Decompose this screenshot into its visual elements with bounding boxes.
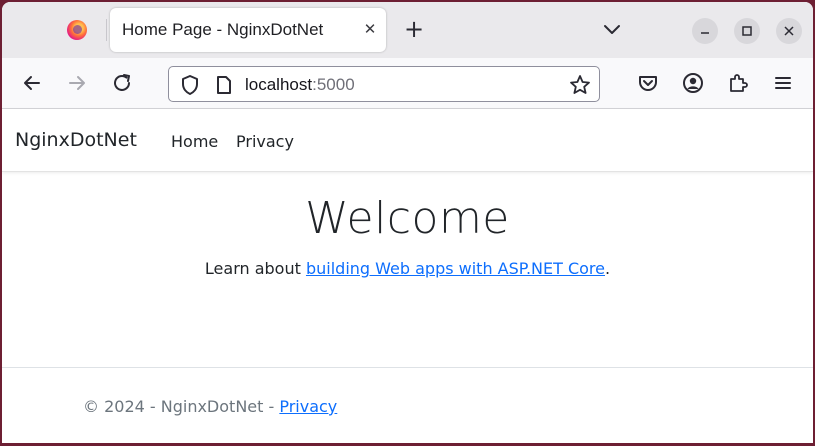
- url-bar[interactable]: localhost:5000: [168, 66, 600, 102]
- browser-window: Home Page - NginxDotNet ✕ + localhost:50…: [2, 2, 813, 443]
- footer-divider: [2, 367, 813, 368]
- hamburger-menu-icon[interactable]: [771, 71, 795, 95]
- page-title: Welcome: [305, 193, 510, 244]
- site-footer: © 2024 - NginxDotNet - Privacy: [83, 397, 337, 416]
- account-icon[interactable]: [681, 71, 705, 95]
- footer-privacy-link[interactable]: Privacy: [279, 397, 337, 416]
- close-icon[interactable]: ✕: [359, 18, 381, 40]
- learn-paragraph: Learn about building Web apps with ASP.N…: [2, 259, 813, 278]
- shield-icon[interactable]: [179, 74, 201, 96]
- minimize-button[interactable]: [692, 18, 718, 44]
- chevron-down-icon[interactable]: [601, 20, 623, 40]
- firefox-view-tab[interactable]: [52, 10, 102, 50]
- site-navbar: NginxDotNet Home Privacy: [2, 109, 813, 172]
- reload-icon[interactable]: [110, 71, 134, 95]
- arrow-left-icon[interactable]: [20, 71, 44, 95]
- arrow-right-icon[interactable]: [65, 71, 89, 95]
- tab-title: Home Page - NginxDotNet: [122, 20, 324, 39]
- maximize-button[interactable]: [734, 18, 760, 44]
- tab-home-page[interactable]: Home Page - NginxDotNet ✕: [110, 8, 386, 52]
- maximize-icon: [742, 26, 752, 36]
- web-page: NginxDotNet Home Privacy Welcome Learn a…: [2, 109, 813, 443]
- firefox-logo-icon: [67, 20, 87, 40]
- puzzle-icon[interactable]: [726, 71, 750, 95]
- url-port: :5000: [312, 75, 355, 94]
- minimize-icon: [701, 32, 709, 34]
- nav-toolbar: localhost:5000: [2, 58, 813, 109]
- url-text[interactable]: localhost:5000: [245, 75, 355, 95]
- close-window-button[interactable]: [776, 18, 802, 44]
- plus-icon[interactable]: +: [401, 17, 427, 43]
- close-icon: [784, 26, 794, 36]
- star-icon[interactable]: [569, 74, 591, 96]
- url-host: localhost: [245, 75, 313, 94]
- aspnet-docs-link[interactable]: building Web apps with ASP.NET Core: [306, 259, 605, 278]
- site-brand[interactable]: NginxDotNet: [15, 129, 137, 151]
- nav-link-home[interactable]: Home: [171, 132, 218, 151]
- footer-copyright: © 2024 - NginxDotNet -: [83, 397, 280, 416]
- tab-strip: Home Page - NginxDotNet ✕ +: [2, 2, 813, 58]
- page-icon[interactable]: [215, 75, 233, 95]
- tab-separator: [106, 19, 107, 41]
- learn-prefix: Learn about: [204, 259, 306, 278]
- nav-link-privacy[interactable]: Privacy: [236, 132, 294, 151]
- learn-suffix: .: [605, 259, 611, 278]
- pocket-icon[interactable]: [636, 71, 660, 95]
